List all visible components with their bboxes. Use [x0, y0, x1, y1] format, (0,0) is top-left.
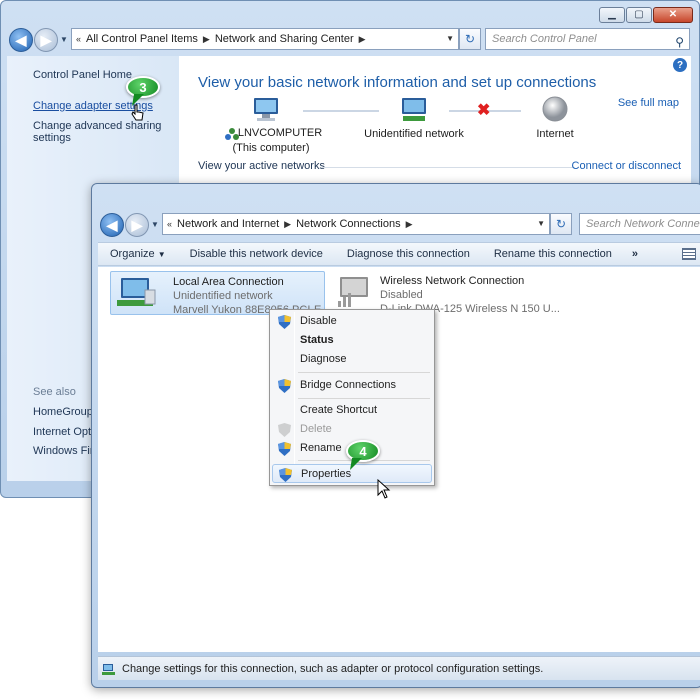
- control-panel-home-link[interactable]: Control Panel Home: [33, 69, 132, 81]
- status-text: Change settings for this connection, suc…: [122, 662, 544, 675]
- breadcrumb-arrow-icon[interactable]: ▶: [406, 219, 413, 230]
- refresh-button[interactable]: ↻: [550, 213, 572, 235]
- homegroup-link[interactable]: HomeGroup: [33, 406, 93, 418]
- connection-status: Disabled: [380, 289, 423, 301]
- caption-buttons: ▁ ▢ ✕: [599, 7, 693, 23]
- no-connection-icon: ✖: [477, 102, 491, 119]
- menu-label: Properties: [301, 468, 352, 480]
- breadcrumb-item[interactable]: Network and Sharing Center: [215, 33, 354, 45]
- menu-item-diagnose[interactable]: Diagnose: [272, 350, 432, 369]
- minimize-button[interactable]: ▁: [599, 7, 625, 23]
- search-input[interactable]: Search Network Connections: [579, 213, 700, 235]
- map-line: [303, 110, 379, 112]
- hand-cursor-icon: [131, 104, 144, 121]
- menu-separator: [298, 372, 430, 373]
- help-icon[interactable]: ?: [673, 58, 687, 72]
- navigation-bar: ◀ ▶ ▼ « All Control Panel Items ▶ Networ…: [7, 27, 691, 53]
- network-adapter-icon: [117, 278, 156, 306]
- disable-device-button[interactable]: Disable this network device: [178, 248, 335, 260]
- diagnose-button[interactable]: Diagnose this connection: [335, 248, 482, 260]
- connection-name: Wireless Network Connection: [380, 275, 525, 287]
- computer-subtitle: (This computer): [232, 142, 310, 154]
- command-bar: Organize ▼ Disable this network device D…: [98, 242, 700, 266]
- wireless-adapter-icon: [338, 277, 368, 307]
- back-button[interactable]: ◀: [100, 213, 124, 237]
- callout-number: 3: [139, 79, 147, 95]
- shield-icon: [278, 379, 291, 393]
- recent-pages-icon[interactable]: ▼: [151, 220, 159, 229]
- navigation-bar: ◀ ▶ ▼ « Network and Internet ▶ Network C…: [96, 212, 700, 238]
- menu-label: Delete: [300, 423, 332, 435]
- shield-icon: [278, 442, 291, 456]
- overflow-chevron-icon[interactable]: «: [76, 34, 81, 44]
- search-icon[interactable]: ⚲: [675, 32, 684, 52]
- forward-button[interactable]: ▶: [34, 28, 58, 52]
- divider: [321, 167, 575, 168]
- menu-item-delete[interactable]: Delete: [272, 420, 432, 439]
- menu-label: Rename: [300, 442, 342, 454]
- menu-item-status[interactable]: Status: [272, 331, 432, 350]
- step-4-callout: 4: [346, 440, 380, 470]
- connect-disconnect-link[interactable]: Connect or disconnect: [572, 160, 681, 172]
- see-full-map-link[interactable]: See full map: [618, 97, 679, 109]
- page-title: View your basic network information and …: [198, 74, 597, 91]
- forward-button[interactable]: ▶: [125, 213, 149, 237]
- rename-button[interactable]: Rename this connection: [482, 248, 624, 260]
- network-status-icon: [102, 663, 115, 675]
- internet-label[interactable]: Internet: [527, 128, 583, 140]
- change-view-icon[interactable]: [682, 248, 696, 260]
- menu-item-bridge[interactable]: Bridge Connections: [272, 376, 432, 395]
- address-dropdown-icon[interactable]: ▼: [446, 34, 454, 43]
- connection-name: Local Area Connection: [173, 276, 284, 288]
- close-button[interactable]: ✕: [653, 7, 693, 23]
- breadcrumb-arrow-icon[interactable]: ▶: [284, 219, 291, 230]
- breadcrumb-item[interactable]: Network and Internet: [177, 218, 279, 230]
- breadcrumb-arrow-icon[interactable]: ▶: [359, 34, 366, 45]
- see-also-heading: See also: [33, 386, 76, 398]
- more-commands-button[interactable]: »: [624, 248, 646, 260]
- maximize-button[interactable]: ▢: [626, 7, 652, 23]
- menu-label: Create Shortcut: [300, 404, 378, 416]
- computer-icon: [254, 98, 278, 121]
- address-bar[interactable]: « All Control Panel Items ▶ Network and …: [71, 28, 459, 50]
- menu-label: Status: [300, 334, 334, 346]
- recent-pages-icon[interactable]: ▼: [60, 35, 68, 44]
- shield-icon: [278, 315, 291, 329]
- callout-tail-icon: [350, 458, 362, 470]
- arrow-cursor-icon: [377, 479, 391, 499]
- address-bar[interactable]: « Network and Internet ▶ Network Connect…: [162, 213, 550, 235]
- network-icon: [402, 98, 426, 121]
- globe-icon: [542, 96, 568, 122]
- breadcrumb-item[interactable]: Network Connections: [296, 218, 401, 230]
- active-networks-heading: View your active networks: [198, 160, 325, 172]
- back-button[interactable]: ◀: [9, 28, 33, 52]
- network-name[interactable]: Unidentified network: [359, 128, 469, 140]
- dropdown-icon: ▼: [157, 250, 166, 259]
- menu-label: Bridge Connections: [300, 379, 397, 391]
- breadcrumb-arrow-icon[interactable]: ▶: [203, 34, 210, 45]
- organize-label: Organize: [110, 248, 155, 260]
- search-placeholder: Search Control Panel: [492, 33, 597, 45]
- overflow-chevron-icon[interactable]: «: [167, 219, 172, 229]
- refresh-button[interactable]: ↻: [459, 28, 481, 50]
- menu-item-disable[interactable]: Disable: [272, 312, 432, 331]
- menu-label: Disable: [300, 315, 337, 327]
- organize-menu[interactable]: Organize ▼: [98, 248, 178, 260]
- computer-name[interactable]: LNVCOMPUTER: [233, 127, 327, 139]
- menu-item-create-shortcut[interactable]: Create Shortcut: [272, 401, 432, 420]
- breadcrumb-item[interactable]: All Control Panel Items: [86, 33, 198, 45]
- shield-icon: [278, 423, 291, 437]
- menu-label: Diagnose: [300, 353, 347, 365]
- sidebar-label: settings: [33, 132, 71, 144]
- step-3-callout: 3: [126, 76, 160, 106]
- menu-separator: [298, 398, 430, 399]
- address-dropdown-icon[interactable]: ▼: [537, 219, 545, 228]
- status-bar: Change settings for this connection, suc…: [98, 656, 700, 680]
- connection-status: Unidentified network: [173, 290, 273, 302]
- search-placeholder: Search Network Connections: [586, 218, 700, 230]
- callout-number: 4: [359, 443, 367, 459]
- shield-icon: [279, 468, 292, 482]
- search-input[interactable]: Search Control Panel ⚲: [485, 28, 690, 50]
